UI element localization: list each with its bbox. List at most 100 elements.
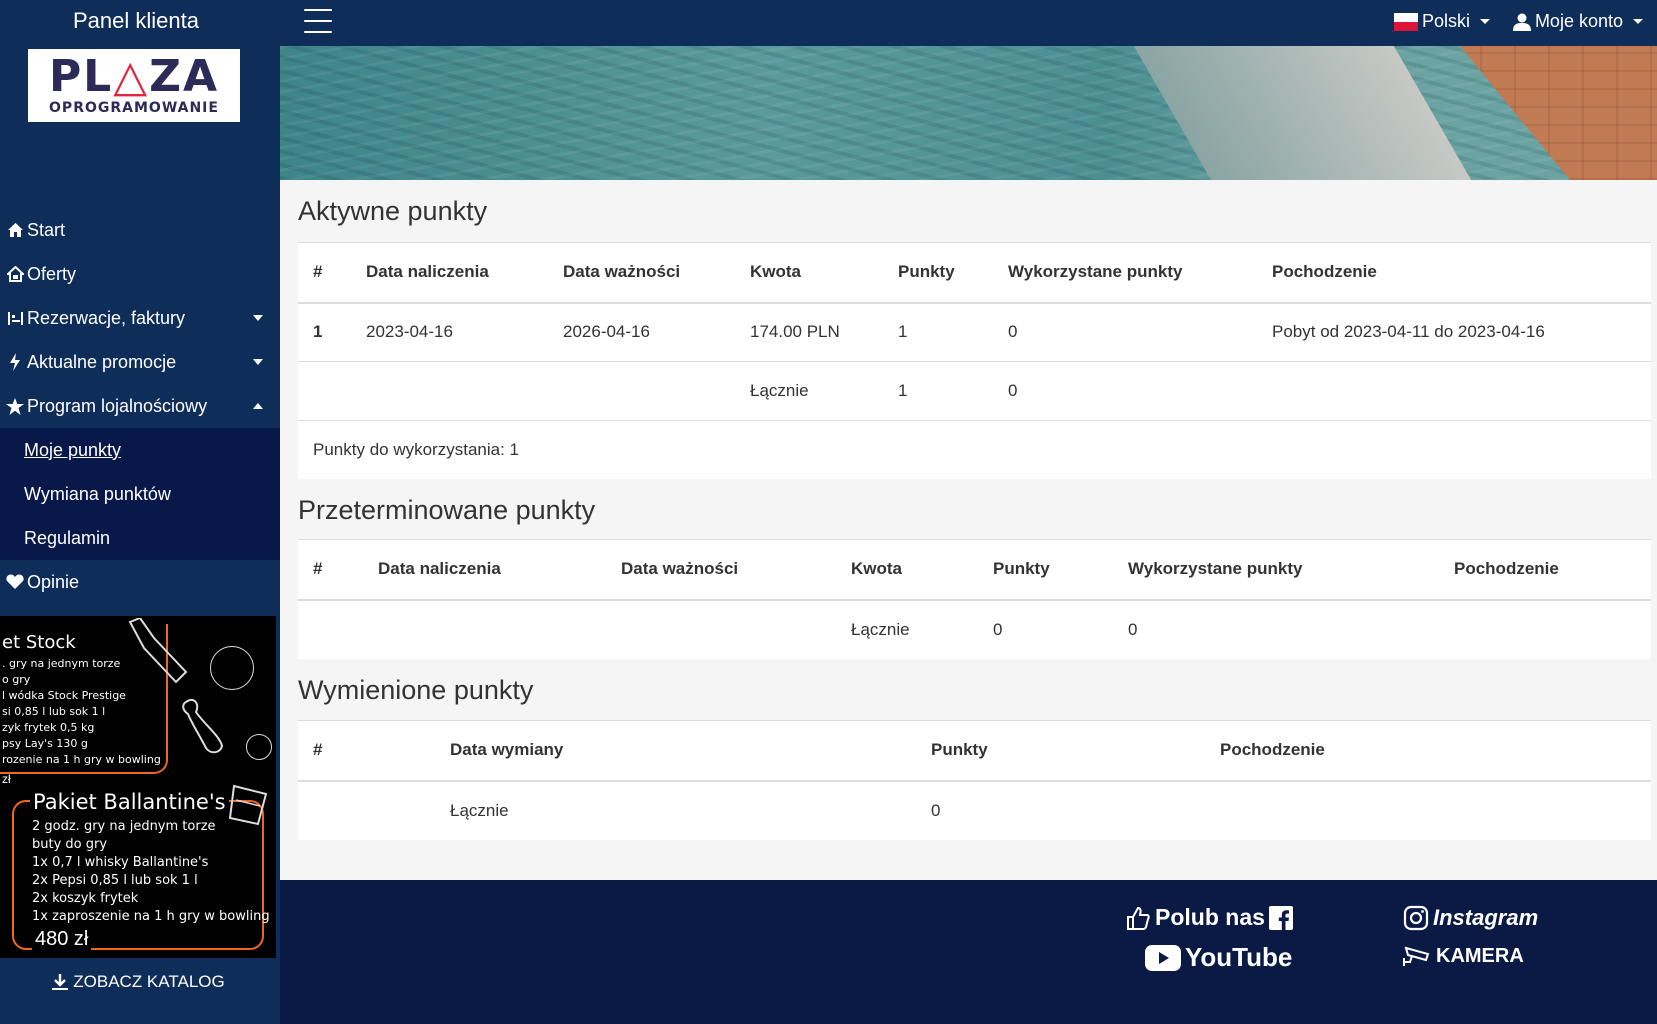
- sidebar-item-label: Start: [27, 219, 66, 240]
- download-icon: [52, 974, 69, 990]
- account-label: Moje konto: [1534, 11, 1623, 31]
- sidebar-item-start[interactable]: Start: [0, 208, 280, 252]
- table-header-row: # Data naliczenia Data ważności Kwota Pu…: [298, 539, 1651, 601]
- sidebar-item-promotions[interactable]: Aktualne promocje: [0, 340, 280, 384]
- logo-text-a: PL: [48, 51, 114, 102]
- offers-icon: [5, 266, 25, 282]
- total-label: Łącznie: [735, 361, 883, 421]
- plaza-logo[interactable]: PL△ZA OPROGRAMOWANIE: [28, 49, 240, 122]
- column-header: Wykorzystane punkty: [993, 242, 1257, 304]
- promo-line: zyk frytek 0,5 kg: [2, 721, 95, 734]
- user-icon: [1512, 13, 1531, 31]
- whisky-glass-icon: [228, 784, 268, 826]
- column-header: Pochodzenie: [1439, 539, 1651, 601]
- promo-line: 1x 0,7 l whisky Ballantine's: [32, 855, 209, 870]
- active-points-title: Aktywne punkty: [298, 196, 488, 226]
- promo-line: l wódka Stock Prestige: [2, 689, 126, 702]
- total-row: Łącznie 1 0: [298, 361, 1651, 421]
- sidebar-item-label: Oferty: [27, 263, 77, 284]
- sidebar-subitem-points-exchange[interactable]: Wymiana punktów: [0, 472, 280, 516]
- promo-line: 2x koszyk frytek: [32, 891, 139, 906]
- sidebar-item-opinions[interactable]: Opinie: [0, 560, 280, 604]
- sidebar-subitem-regulations[interactable]: Regulamin: [0, 516, 280, 560]
- account-dropdown[interactable]: Moje konto: [1512, 11, 1643, 32]
- pool-edge: [1122, 46, 1498, 180]
- column-header: Punkty: [978, 539, 1113, 601]
- column-header: Wykorzystane punkty: [1113, 539, 1439, 601]
- chevron-down-icon: [1480, 19, 1490, 24]
- reservations-icon: [5, 310, 25, 326]
- column-header: Data ważności: [606, 539, 836, 601]
- column-header: Data wymiany: [435, 720, 916, 782]
- star-icon: [5, 397, 25, 415]
- heart-icon: [5, 574, 25, 590]
- top-bar: Polski Moje konto: [280, 0, 1657, 46]
- expired-points-title: Przeterminowane punkty: [298, 495, 596, 525]
- polish-flag-icon: [1393, 12, 1418, 31]
- chevron-down-icon: [253, 315, 263, 321]
- facebook-icon: [1268, 905, 1293, 930]
- active-points-table: # Data naliczenia Data ważności Kwota Pu…: [298, 242, 1651, 421]
- total-points: 0: [993, 619, 1003, 639]
- language-dropdown[interactable]: Polski: [1393, 11, 1490, 32]
- promo-title-ballantines: Pakiet Ballantine's: [30, 790, 229, 814]
- bottle-icon: [128, 618, 188, 684]
- logo-subtitle: OPROGRAMOWANIE: [49, 100, 219, 116]
- exchanged-points-panel: # Data wymiany Punkty Pochodzenie Łączni…: [298, 720, 1651, 840]
- promo-price-ballantines: 480 zł: [32, 928, 92, 951]
- sidebar-item-reservations[interactable]: Rezerwacje, faktury: [0, 296, 280, 340]
- camera-label: KAMERA: [1436, 944, 1524, 967]
- sidebar-item-label: Regulamin: [24, 527, 111, 548]
- logo-text-b: ZA: [149, 51, 220, 102]
- home-icon: [5, 222, 25, 238]
- column-header: #: [298, 242, 351, 304]
- column-header: #: [298, 720, 435, 782]
- camera-link[interactable]: KAMERA: [1402, 944, 1524, 968]
- sidebar-item-label: Moje punkty: [24, 439, 122, 460]
- sidebar-item-label: Wymiana punktów: [24, 483, 171, 504]
- sidebar-subitem-my-points[interactable]: Moje punkty: [0, 428, 280, 472]
- main-content: Aktywne punkty # Data naliczenia Data wa…: [280, 180, 1657, 880]
- promo-lines-ballantines: 2 godz. gry na jednym torze buty do gry …: [32, 818, 270, 926]
- promo-banner[interactable]: et Stock . gry na jednym torze o gry l w…: [0, 616, 276, 958]
- bowling-ball-icon: [246, 734, 272, 760]
- table-row: 1 2023-04-16 2026-04-16 174.00 PLN 1 0 P…: [298, 302, 1651, 362]
- promo-title-stock: et Stock: [2, 632, 76, 653]
- security-camera-icon: [1403, 946, 1430, 966]
- column-header: Pochodzenie: [1205, 720, 1651, 782]
- total-row: Łącznie 0 0: [298, 600, 1651, 659]
- catalog-download-link[interactable]: ZOBACZ KATALOG: [0, 972, 276, 992]
- column-header: Data ważności: [548, 242, 735, 304]
- thumbs-up-icon: [1127, 906, 1150, 930]
- promo-line: buty do gry: [32, 837, 108, 852]
- total-points: 1: [883, 361, 993, 421]
- column-header: #: [298, 539, 363, 601]
- menu-toggle-icon[interactable]: [304, 9, 332, 33]
- youtube-label: YouTube: [1185, 942, 1293, 972]
- youtube-link[interactable]: YouTube: [1145, 942, 1292, 973]
- bolt-icon: [5, 353, 25, 371]
- cell-amount: 174.00 PLN: [735, 302, 883, 362]
- sidebar-item-label: Rezerwacje, faktury: [27, 307, 186, 328]
- pool-banner-image: [280, 46, 1657, 180]
- sidebar-item-label: Aktualne promocje: [27, 351, 177, 372]
- column-header: Pochodzenie: [1257, 242, 1651, 304]
- expired-points-panel: # Data naliczenia Data ważności Kwota Pu…: [298, 539, 1651, 659]
- facebook-like-link[interactable]: Polub nas: [1125, 904, 1293, 931]
- cell-index: 1: [298, 302, 351, 362]
- chevron-down-icon: [253, 359, 263, 365]
- total-row: Łącznie 0: [298, 781, 1651, 840]
- column-header: Data naliczenia: [363, 539, 606, 601]
- promo-line: 2x Pepsi 0,85 l lub sok 1 l: [32, 873, 198, 888]
- instagram-link[interactable]: Instagram: [1403, 905, 1538, 931]
- promo-line: psy Lay's 130 g: [2, 737, 88, 750]
- total-points: 0: [931, 800, 941, 820]
- column-header: Punkty: [916, 720, 1205, 782]
- total-used-points: 0: [1128, 619, 1138, 639]
- chevron-down-icon: [1633, 19, 1643, 24]
- column-header: Data naliczenia: [351, 242, 548, 304]
- sidebar-item-label: Program lojalnościowy: [27, 395, 208, 416]
- total-label: Łącznie: [851, 619, 910, 639]
- sidebar-item-loyalty[interactable]: Program lojalnościowy: [0, 384, 280, 428]
- sidebar-item-offers[interactable]: Oferty: [0, 252, 280, 296]
